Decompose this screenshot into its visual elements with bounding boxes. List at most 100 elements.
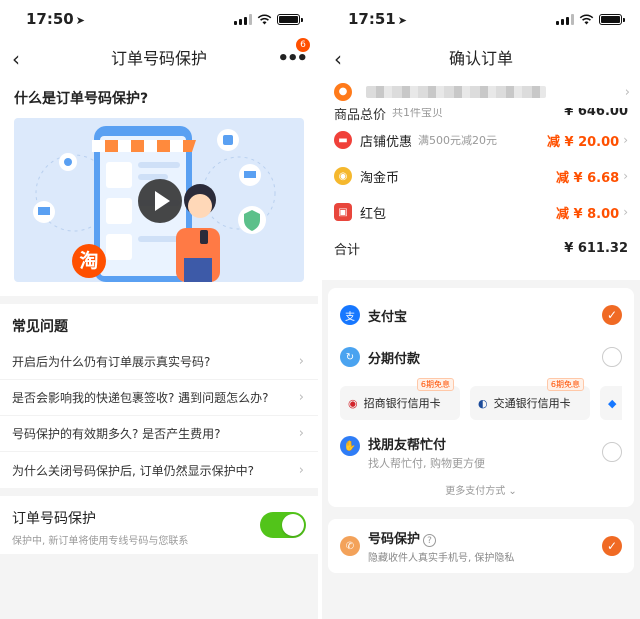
chevron-right-icon: ›	[624, 84, 630, 100]
huabei-icon: ◆	[608, 396, 617, 410]
total-row: 合计 ¥ 611.32	[334, 230, 628, 266]
red-packet-amount: 减 ¥ 8.00	[556, 206, 620, 222]
protection-subtitle: 保护中, 新订单将使用专线号码与您联系	[12, 536, 189, 547]
installment-label: 分期付款	[368, 351, 421, 367]
help-icon[interactable]: ?	[423, 534, 437, 547]
faq-item[interactable]: 号码保护的有效期多久? 是否产生费用? ›	[0, 416, 318, 452]
chevron-right-icon: ›	[298, 354, 304, 369]
nav-bar: ‹ 订单号码保护 ••• 6	[0, 38, 318, 76]
faq-question: 号码保护的有效期多久? 是否产生费用?	[12, 427, 221, 441]
shop-discount-amount: 减 ¥ 20.00	[546, 134, 620, 150]
faq-item[interactable]: 为什么关闭号码保护后, 订单仍然显示保护中? ›	[0, 452, 318, 488]
shop-discount-note: 满500元减20元	[418, 134, 498, 147]
taojinbi-label: 淘金币	[360, 170, 400, 186]
faq-item[interactable]: 是否会影响我的快递包裹签收? 遇到问题怎么办? ›	[0, 380, 318, 416]
total-amount: ¥ 611.32	[564, 240, 628, 256]
battery-icon	[599, 13, 625, 25]
signal-icon	[234, 13, 252, 25]
shop-discount-label: 店铺优惠	[360, 134, 413, 150]
installment-tag: 6期免息	[546, 378, 584, 391]
friend-pay-text: 找朋友帮忙付 找人帮忙付, 购物更方便	[368, 434, 485, 471]
taobao-logo: 淘	[72, 244, 106, 278]
status-indicators	[556, 13, 625, 25]
taojinbi-row[interactable]: ◉ 淘金币 减 ¥ 6.68 ›	[334, 158, 628, 194]
alipay-label: 支付宝	[368, 309, 408, 325]
installment-tag: 6期免息	[416, 378, 454, 391]
faq-title: 常见问题	[12, 319, 68, 335]
page-title: 订单号码保护	[110, 49, 207, 68]
faq-item[interactable]: 开启后为什么仍有订单展示真实号码? ›	[0, 344, 318, 380]
friend-pay-title: 找朋友帮忙付	[368, 438, 447, 453]
location-arrow-icon: ➤	[397, 14, 407, 27]
bank-card-bocom[interactable]: 6期免息 ◐ 交通银行信用卡	[470, 378, 590, 420]
address-row[interactable]: ● ›	[322, 76, 640, 108]
total-label: 合计	[334, 242, 361, 258]
cmb-bank-icon: ◉	[348, 396, 358, 410]
goods-count: 共1件宝贝	[392, 108, 444, 119]
screenshot-pair: 17:50 ➤ ‹ 订单号码保护 ••• 6 什么是订单号码保护? 淘 常见问题…	[0, 0, 640, 619]
intro-title: 什么是订单号码保护?	[14, 91, 149, 107]
status-indicators	[234, 13, 303, 25]
number-protection-title: 号码保护	[368, 532, 421, 547]
goods-total-label: 商品总价	[334, 108, 387, 122]
location-pin-icon: ●	[334, 83, 352, 101]
signal-icon	[556, 13, 574, 25]
wifi-icon	[257, 13, 272, 24]
friend-pay-icon: ✋	[340, 436, 360, 456]
nav-bar: ‹ 确认订单	[322, 38, 640, 76]
chevron-down-icon: ⌄	[508, 486, 517, 497]
friend-pay-radio[interactable]	[602, 442, 622, 462]
page-title: 确认订单	[448, 49, 513, 68]
friend-pay-subtitle: 找人帮忙付, 购物更方便	[368, 457, 485, 470]
red-packet-label: 红包	[360, 206, 387, 222]
chevron-right-icon: ›	[623, 133, 628, 147]
faq-section: 常见问题 开启后为什么仍有订单展示真实号码? › 是否会影响我的快递包裹签收? 遇…	[0, 304, 318, 488]
shop-coupon-icon: ▬	[334, 131, 352, 149]
phone-shield-icon: ✆	[340, 536, 360, 556]
bank-card-huabei[interactable]: ◆ 花	[600, 386, 622, 420]
protection-setting: 订单号码保护 保护中, 新订单将使用专线号码与您联系	[0, 496, 318, 554]
status-time: 17:50 ➤	[26, 10, 85, 28]
number-protection-subtitle: 隐藏收件人真实手机号, 保护隐私	[368, 553, 515, 564]
payment-installment[interactable]: ↻ 分期付款	[340, 336, 622, 378]
chevron-right-icon: ›	[298, 426, 304, 441]
number-protection-radio[interactable]: ✓	[602, 536, 622, 556]
phone-order-number-protection: 17:50 ➤ ‹ 订单号码保护 ••• 6 什么是订单号码保护? 淘 常见问题…	[0, 0, 318, 619]
payment-alipay[interactable]: 支 支付宝 ✓	[340, 294, 622, 336]
play-icon[interactable]	[137, 178, 183, 224]
goods-total-amount: ¥ 646.00	[564, 108, 628, 119]
intro-section: 什么是订单号码保护? 淘	[0, 76, 318, 296]
number-protection-text: 号码保护? 隐藏收件人真实手机号, 保护隐私	[368, 528, 514, 564]
bocom-bank-icon: ◐	[478, 396, 488, 410]
blurred-address	[366, 86, 546, 98]
goods-total-row: 商品总价 共1件宝贝 ¥ 646.00	[334, 108, 628, 122]
shop-discount-row[interactable]: ▬ 店铺优惠 满500元减20元 减 ¥ 20.00 ›	[334, 122, 628, 158]
alipay-radio[interactable]: ✓	[602, 305, 622, 325]
chevron-right-icon: ›	[298, 462, 304, 478]
back-icon[interactable]: ‹	[334, 47, 342, 71]
bank-card-name: 交通银行信用卡	[493, 397, 571, 410]
red-packet-row[interactable]: ▣ 红包 减 ¥ 8.00 ›	[334, 194, 628, 230]
payment-friend[interactable]: ✋ 找朋友帮忙付 找人帮忙付, 购物更方便	[340, 426, 622, 480]
installment-icon: ↻	[340, 347, 360, 367]
chevron-right-icon: ›	[623, 169, 628, 183]
installment-cards: 6期免息 ◉ 招商银行信用卡 6期免息 ◐ 交通银行信用卡 ◆ 花	[340, 378, 622, 426]
more-payment-link[interactable]: 更多支付方式 ⌄	[340, 480, 622, 501]
bank-card-cmb[interactable]: 6期免息 ◉ 招商银行信用卡	[340, 378, 460, 420]
status-time: 17:51 ➤	[348, 10, 407, 28]
chevron-right-icon: ›	[623, 205, 628, 219]
protection-toggle[interactable]	[260, 512, 306, 538]
coin-icon: ◉	[334, 167, 352, 185]
battery-icon	[277, 13, 303, 25]
price-breakdown: 商品总价 共1件宝贝 ¥ 646.00 ▬ 店铺优惠 满500元减20元 减 ¥…	[322, 108, 640, 280]
location-arrow-icon: ➤	[75, 14, 85, 27]
installment-radio[interactable]	[602, 347, 622, 367]
chevron-right-icon: ›	[298, 390, 304, 405]
payment-methods: 支 支付宝 ✓ ↻ 分期付款 6期免息 ◉ 招商银行信用卡 6期免息 ◐ 交通银…	[328, 288, 634, 507]
intro-video-banner[interactable]: 淘	[14, 118, 304, 282]
phone-confirm-order: 17:51➤ ‹ 确认订单 ● › 商品总价 共1件宝贝 ¥ 646.00 ▬	[322, 0, 640, 619]
back-icon[interactable]: ‹	[12, 47, 20, 71]
alipay-icon: 支	[340, 305, 360, 325]
number-protection-option[interactable]: ✆ 号码保护? 隐藏收件人真实手机号, 保护隐私 ✓	[328, 519, 634, 573]
bank-card-name: 招商银行信用卡	[363, 397, 441, 410]
